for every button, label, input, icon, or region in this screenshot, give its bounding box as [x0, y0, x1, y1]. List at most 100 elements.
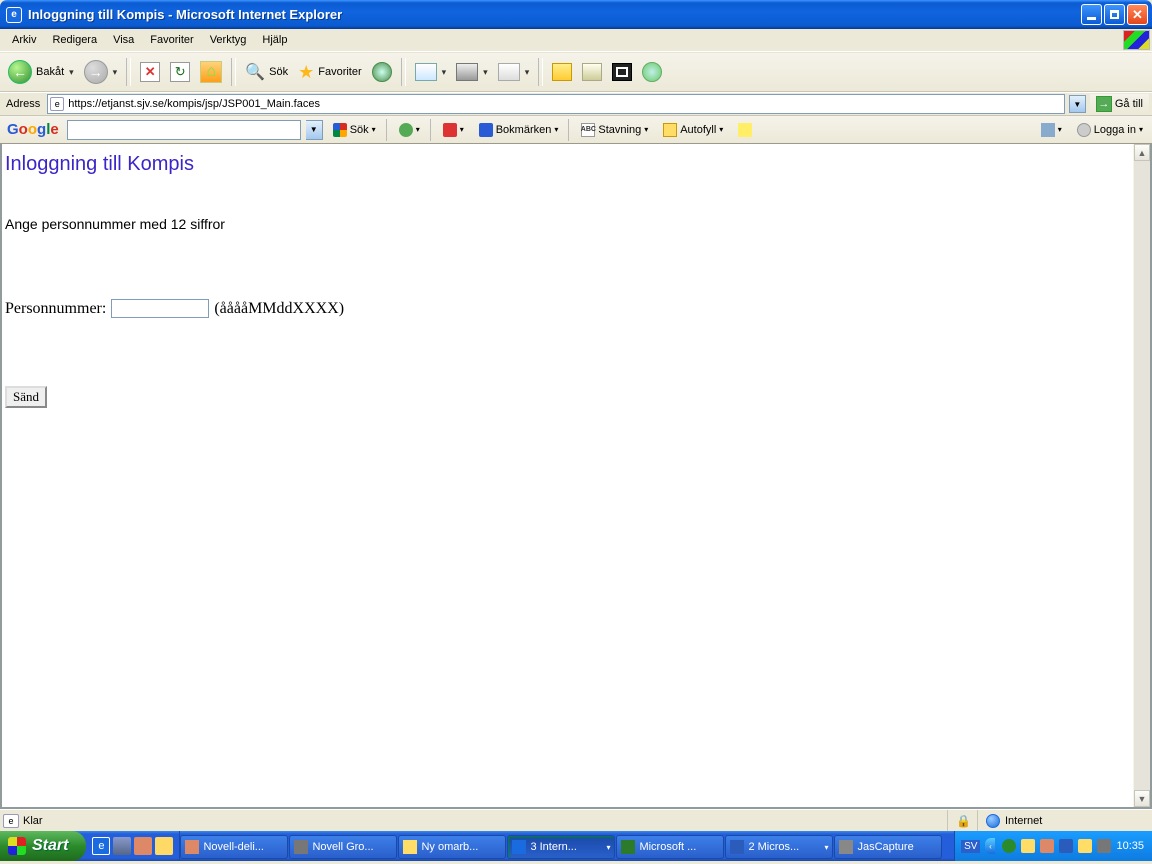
search-label: Sök — [269, 66, 288, 78]
ql-ie-icon[interactable]: e — [92, 837, 110, 855]
personnummer-input[interactable] — [111, 299, 209, 318]
task-novell-deli[interactable]: Novell-deli... — [180, 835, 288, 859]
task-label: Microsoft ... — [639, 841, 696, 853]
task-label: 2 Micros... — [748, 841, 799, 853]
groupwise-icon — [294, 840, 308, 854]
tray-icon[interactable] — [1097, 839, 1111, 853]
google-options-button[interactable]: ▾ — [1036, 119, 1067, 141]
google-login-button[interactable]: Logga in ▾ — [1072, 119, 1148, 141]
task-jascapture[interactable]: JasCapture — [834, 835, 942, 859]
google-bokmarken-label: Bokmärken — [496, 124, 552, 136]
edit-button[interactable]: ▾ — [495, 61, 533, 83]
refresh-button[interactable]: ↻ — [167, 60, 193, 84]
clock[interactable]: 10:35 — [1116, 840, 1144, 852]
google-autofill-button[interactable]: Autofyll ▾ — [658, 119, 728, 141]
google-search-button[interactable]: Sök ▾ — [328, 119, 381, 141]
menu-verktyg[interactable]: Verktyg — [202, 31, 255, 49]
language-indicator[interactable]: SV — [961, 840, 980, 853]
task-novell-gro[interactable]: Novell Gro... — [289, 835, 397, 859]
page-status-icon: e — [3, 814, 19, 828]
google-search-input[interactable] — [67, 120, 301, 140]
excel-icon — [621, 840, 635, 854]
ql-groupwise-icon[interactable] — [134, 837, 152, 855]
separator — [386, 119, 389, 141]
content-area: Inloggning till Kompis Ange personnummer… — [0, 144, 1152, 809]
scroll-up-arrow-icon[interactable]: ▲ — [1134, 144, 1150, 161]
address-bar: Adress e https://etjanst.sjv.se/kompis/j… — [0, 92, 1152, 116]
minimize-button[interactable] — [1081, 4, 1102, 25]
back-button[interactable]: ← Bakåt ▾ — [5, 58, 77, 86]
chevron-down-icon: ▾ — [525, 67, 530, 78]
chevron-down-icon: ▾ — [372, 125, 376, 134]
plus-icon — [399, 123, 413, 137]
task-2-micros[interactable]: 2 Micros...▾ — [725, 835, 833, 859]
bookmark-star-icon — [479, 123, 493, 137]
ql-desktop-icon[interactable] — [113, 837, 131, 855]
submit-button[interactable]: Sänd — [5, 386, 47, 408]
google-g-icon — [333, 123, 347, 137]
menu-favoriter[interactable]: Favoriter — [142, 31, 201, 49]
google-bookmarks-button[interactable]: Bokmärken▾ — [474, 119, 564, 141]
research-button[interactable] — [579, 61, 605, 83]
gear-icon — [443, 123, 457, 137]
google-spellcheck-button[interactable]: ABC Stavning ▾ — [576, 119, 653, 141]
search-icon: 🔍 — [245, 62, 265, 82]
discuss-button[interactable] — [549, 61, 575, 83]
google-stavning-label: Stavning — [598, 124, 641, 136]
tray-icon[interactable] — [1040, 839, 1054, 853]
google-search-dropdown[interactable]: ▼ — [306, 120, 323, 140]
address-dropdown[interactable]: ▼ — [1069, 95, 1086, 113]
search-button[interactable]: 🔍 Sök — [242, 60, 291, 84]
messenger-button[interactable] — [639, 60, 665, 84]
go-button[interactable]: → Gå till — [1090, 94, 1149, 114]
home-button[interactable] — [197, 59, 225, 85]
chevron-down-icon: ▾ — [1139, 125, 1143, 134]
back-label: Bakåt — [36, 66, 64, 78]
task-ny-omarb[interactable]: Ny omarb... — [398, 835, 506, 859]
start-button[interactable]: Start — [0, 831, 86, 861]
personnummer-row: Personnummer: (ååååMMddXXXX) — [5, 299, 1130, 318]
stop-button[interactable]: ✕ — [137, 60, 163, 84]
google-highlight-button[interactable] — [733, 119, 757, 141]
close-button[interactable]: ✕ — [1127, 4, 1148, 25]
mail-icon — [415, 63, 437, 81]
menu-visa[interactable]: Visa — [105, 31, 142, 49]
forward-button[interactable]: → ▾ — [81, 58, 121, 86]
tray-icon[interactable] — [1021, 839, 1035, 853]
separator — [231, 58, 236, 86]
menu-redigera[interactable]: Redigera — [44, 31, 105, 49]
tray-expand-icon[interactable]: ‹ — [985, 838, 995, 854]
messenger-icon — [642, 62, 662, 82]
status-bar: e Klar 🔒 Internet — [0, 809, 1152, 831]
google-plus-button[interactable]: ▾ — [394, 119, 425, 141]
status-zone-pane: Internet — [977, 810, 1152, 831]
windows-logo-icon — [8, 837, 26, 855]
wrench-icon — [1041, 123, 1055, 137]
task-3-intern[interactable]: 3 Intern...▾ — [507, 835, 615, 859]
abc-icon: ABC — [581, 123, 595, 137]
tray-icon[interactable] — [1002, 839, 1016, 853]
maximize-button[interactable] — [1104, 4, 1125, 25]
address-input-wrap[interactable]: e https://etjanst.sjv.se/kompis/jsp/JSP0… — [47, 94, 1065, 114]
tray-icon[interactable] — [1078, 839, 1092, 853]
vertical-scrollbar[interactable]: ▲ ▼ — [1133, 144, 1150, 807]
scroll-track[interactable] — [1134, 161, 1150, 790]
quick-launch: e — [86, 831, 180, 861]
google-logo[interactable]: Google — [4, 121, 62, 138]
google-settings-button[interactable]: ▾ — [438, 119, 469, 141]
ql-outlook-icon[interactable] — [155, 837, 173, 855]
favorites-button[interactable]: ★ Favoriter — [295, 60, 365, 85]
status-zone: Internet — [1005, 815, 1042, 827]
scroll-down-arrow-icon[interactable]: ▼ — [1134, 790, 1150, 807]
menu-hjalp[interactable]: Hjälp — [254, 31, 295, 49]
mail-button[interactable]: ▾ — [412, 61, 450, 83]
tray-icon[interactable] — [1059, 839, 1073, 853]
task-microsoft-excel[interactable]: Microsoft ... — [616, 835, 724, 859]
menu-arkiv[interactable]: Arkiv — [4, 31, 44, 49]
main-toolbar: ← Bakåt ▾ → ▾ ✕ ↻ 🔍 Sök ★ Favoriter ▾ ▾ … — [0, 52, 1152, 92]
print-button[interactable]: ▾ — [453, 61, 491, 83]
task-label: JasCapture — [857, 841, 913, 853]
ie-icon: e — [6, 7, 22, 23]
history-button[interactable] — [369, 60, 395, 84]
fullscreen-button[interactable] — [609, 61, 635, 83]
